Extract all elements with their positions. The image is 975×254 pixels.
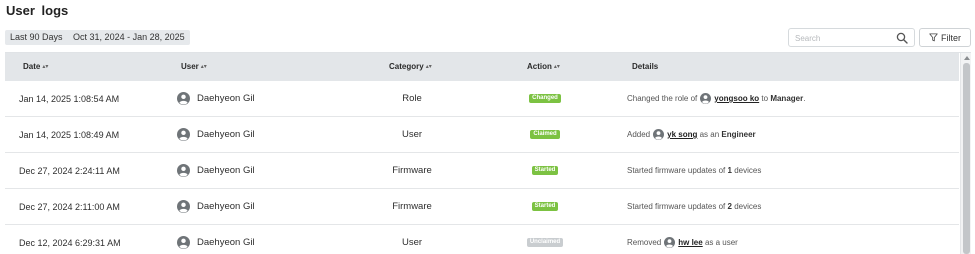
user-name: Daehyeon Gil (197, 93, 255, 104)
table-row[interactable]: Dec 27, 2024 2:24:11 AM Daehyeon Gil Fir… (5, 153, 959, 189)
log-details: Changed the role of yongsoo ko to Manage… (627, 93, 806, 104)
user-avatar-icon (177, 128, 190, 141)
log-date: Jan 14, 2025 1:08:54 AM (19, 93, 120, 104)
table-row[interactable]: Jan 14, 2025 1:08:49 AM Daehyeon Gil Use… (5, 117, 959, 153)
log-date: Jan 14, 2025 1:08:49 AM (19, 129, 120, 140)
column-header-user[interactable]: User ▴▾ (181, 53, 207, 81)
log-action: Unclaimed (505, 225, 585, 254)
log-category: Role (402, 93, 422, 104)
user-link[interactable]: yk song (667, 130, 697, 139)
status-badge: Unclaimed (526, 238, 564, 247)
status-badge: Claimed (530, 130, 560, 139)
log-details: Started firmware updates of 2 devices (627, 202, 762, 211)
user-avatar-icon (177, 236, 190, 249)
filter-icon (929, 33, 938, 42)
sort-icon[interactable]: ▴▾ (554, 64, 560, 70)
log-action: Started (505, 153, 585, 188)
date-range-label: Last 90 Days (10, 32, 63, 42)
log-user: Daehyeon Gil (177, 117, 255, 152)
table-row[interactable]: Jan 14, 2025 1:08:54 AM Daehyeon Gil Rol… (5, 81, 959, 117)
user-avatar-icon (177, 200, 190, 213)
search-icon[interactable] (896, 32, 908, 44)
user-name: Daehyeon Gil (197, 165, 255, 176)
column-header-action[interactable]: Action ▴▾ (527, 53, 560, 81)
status-badge: Started (531, 166, 559, 175)
log-user: Daehyeon Gil (177, 153, 255, 188)
scroll-thumb[interactable] (963, 63, 970, 254)
user-avatar-icon (664, 237, 676, 248)
log-action: Changed (505, 81, 585, 116)
user-avatar-icon (653, 129, 665, 140)
role-value: Manager (770, 94, 804, 103)
date-range-dates: Oct 31, 2024 - Jan 28, 2025 (73, 32, 185, 42)
log-category: Firmware (392, 201, 432, 212)
log-category: User (401, 129, 423, 140)
log-user: Daehyeon Gil (177, 225, 255, 254)
user-name: Daehyeon Gil (197, 201, 255, 212)
log-details: Added yk song as an Engineer (627, 129, 756, 140)
log-user: Daehyeon Gil (177, 189, 255, 224)
sort-icon[interactable]: ▴▾ (426, 64, 432, 70)
vertical-scrollbar[interactable] (960, 53, 971, 254)
user-avatar-icon (177, 92, 190, 105)
scroll-up-arrow-icon[interactable] (964, 56, 970, 60)
log-action: Claimed (505, 117, 585, 152)
user-name: Daehyeon Gil (197, 237, 255, 248)
log-details: Removed hw lee as a user (627, 237, 738, 248)
table-header: Date ▴▾ User ▴▾ Category ▴▾ Action ▴▾ Detail… (5, 53, 959, 81)
filter-button[interactable]: Filter (919, 28, 971, 47)
log-category: User (401, 237, 423, 248)
user-link[interactable]: yongsoo ko (714, 94, 759, 103)
log-category: Firmware (392, 165, 432, 176)
user-name: Daehyeon Gil (197, 129, 255, 140)
column-header-details: Details (632, 62, 659, 71)
page-title: User logs (6, 3, 69, 18)
table-row[interactable]: Dec 12, 2024 6:29:31 AM Daehyeon Gil Use… (5, 225, 959, 254)
user-avatar-icon (177, 164, 190, 177)
status-badge: Started (531, 202, 559, 211)
sort-icon[interactable]: ▴▾ (42, 64, 48, 70)
date-range-pill[interactable]: Last 90 Days Oct 31, 2024 - Jan 28, 2025 (5, 30, 190, 45)
log-user: Daehyeon Gil (177, 81, 255, 116)
log-date: Dec 27, 2024 2:24:11 AM (19, 165, 120, 176)
role-value: Engineer (721, 130, 756, 139)
search-box (788, 28, 915, 47)
table-row[interactable]: Dec 27, 2024 2:11:00 AM Daehyeon Gil Fir… (5, 189, 959, 225)
log-date: Dec 12, 2024 6:29:31 AM (19, 237, 121, 248)
column-header-date[interactable]: Date ▴▾ (23, 53, 48, 81)
user-link[interactable]: hw lee (678, 238, 702, 247)
user-avatar-icon (700, 93, 712, 104)
user-logs-table: Date ▴▾ User ▴▾ Category ▴▾ Action ▴▾ Detail… (5, 52, 971, 254)
log-date: Dec 27, 2024 2:11:00 AM (19, 201, 120, 212)
filter-label: Filter (941, 32, 961, 43)
sort-icon[interactable]: ▴▾ (201, 64, 207, 70)
column-header-category[interactable]: Category ▴▾ (389, 53, 432, 81)
log-details: Started firmware updates of 1 devices (627, 166, 762, 175)
log-action: Started (505, 189, 585, 224)
status-badge: Changed (529, 94, 561, 103)
search-input[interactable] (795, 31, 890, 45)
